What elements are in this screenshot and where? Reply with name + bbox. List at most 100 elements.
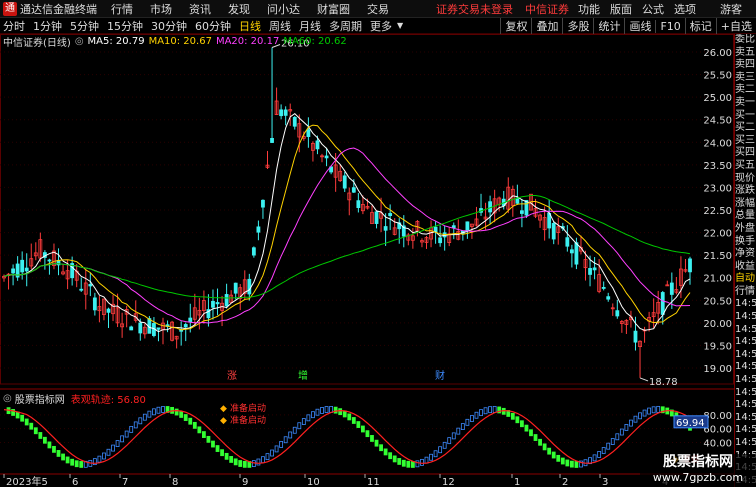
- candle-body: [433, 226, 438, 233]
- tool-stats[interactable]: 统计: [593, 18, 624, 34]
- time-axis-label: 7: [122, 477, 128, 487]
- indicator-name[interactable]: 股票指标网: [15, 391, 65, 406]
- candle-body: [11, 268, 15, 274]
- side-panel-row: 卖四: [735, 59, 755, 71]
- menu-news[interactable]: 资讯: [189, 1, 211, 17]
- menu-wealth[interactable]: 财富圈: [317, 1, 350, 17]
- menu-discover[interactable]: 发现: [228, 1, 250, 17]
- candle-body: [106, 308, 111, 313]
- indicator-block: [256, 458, 261, 466]
- indicator-block: [152, 408, 156, 416]
- indicator-block: [102, 452, 106, 460]
- indicator-block: [211, 440, 215, 448]
- period-daily[interactable]: 日线: [239, 18, 261, 34]
- menubar-right: 功能 版面 公式 选项 游客: [568, 0, 756, 18]
- side-panel-row: 14:5: [735, 361, 756, 373]
- indicator-block: [397, 458, 402, 465]
- indicator-block: [342, 410, 347, 418]
- candle-body: [215, 302, 220, 305]
- side-panel-row: 14:5: [735, 298, 756, 310]
- candle-body: [356, 200, 361, 208]
- side-panel-row: 现价: [735, 172, 755, 184]
- indicator-block: [656, 405, 661, 413]
- indicator-block: [188, 417, 193, 425]
- candle-body: [92, 297, 97, 311]
- indicator-block: [224, 452, 229, 460]
- candle-body: [524, 200, 529, 216]
- menu-functions[interactable]: 功能: [578, 1, 600, 17]
- menu-formula[interactable]: 公式: [642, 1, 664, 17]
- broker-name[interactable]: 中信证券: [525, 1, 569, 17]
- period-5min[interactable]: 5分钟: [70, 18, 99, 34]
- side-panel-row: 收益: [735, 260, 755, 272]
- indicator-block: [261, 456, 265, 464]
- guest-user[interactable]: 游客: [720, 1, 742, 17]
- indicator-block: [147, 410, 152, 418]
- period-30min[interactable]: 30分钟: [151, 18, 187, 34]
- chart-canvas[interactable]: 26.00 25.50 25.00 24.50 24.00 23.50 23.00 22.50…: [0, 34, 734, 487]
- menu-bar: 通 通达信金融终端 行情 市场 资讯 发现 问小达 财富圈 交易 证券交易未登录…: [0, 0, 756, 18]
- period-60min[interactable]: 60分钟: [195, 18, 231, 34]
- indicator-block: [233, 458, 238, 466]
- indicator-block: [520, 420, 524, 428]
- signal-label: 准备启动: [230, 414, 266, 426]
- indicator-block: [129, 425, 134, 433]
- menu-options[interactable]: 选项: [674, 1, 696, 17]
- candle-body: [283, 109, 288, 116]
- period-intraday[interactable]: 分时: [3, 18, 25, 34]
- indicator-block: [633, 415, 638, 423]
- side-panel-row: 净资: [735, 248, 755, 260]
- menu-layout[interactable]: 版面: [610, 1, 632, 17]
- indicator-block: [315, 408, 320, 416]
- settings-dot-icon[interactable]: ◎: [75, 36, 84, 47]
- tool-overlay[interactable]: 叠加: [531, 18, 562, 34]
- period-monthly[interactable]: 月线: [299, 18, 321, 34]
- menu-ask[interactable]: 问小达: [267, 1, 300, 17]
- indicator-block: [433, 450, 438, 458]
- tool-draw[interactable]: 画线: [624, 18, 655, 34]
- indicator-block: [601, 447, 606, 454]
- candle-body: [247, 278, 252, 295]
- menu-quotes[interactable]: 行情: [111, 1, 133, 17]
- candle-body: [551, 223, 556, 240]
- indicator-dot-icon[interactable]: ◎: [3, 393, 12, 404]
- indicator-block: [442, 441, 447, 449]
- tool-adjust[interactable]: 复权: [500, 18, 531, 34]
- candle-body: [324, 155, 329, 159]
- quote-side-panel: 委比 卖五 卖四 卖三 卖二 卖一 买一 买二 买三 买四 买五 现价 涨跌 涨幅 总量 外盘 换手 净资 收益 自动…: [734, 34, 756, 487]
- menu-market[interactable]: 市场: [150, 1, 172, 17]
- event-marker: 财: [435, 369, 445, 382]
- indicator-block: [460, 423, 465, 430]
- period-15min[interactable]: 15分钟: [107, 18, 143, 34]
- side-panel-row: 14:5: [735, 323, 756, 335]
- period-multi[interactable]: 多周期: [329, 18, 362, 34]
- indicator-block: [265, 453, 270, 461]
- indicator-block: [24, 418, 29, 426]
- tool-multi-stock[interactable]: 多股: [562, 18, 593, 34]
- signal-label: 准备启动: [230, 402, 266, 414]
- tool-add-watchlist[interactable]: +自选: [715, 18, 756, 34]
- candle-body: [306, 129, 311, 137]
- indicator-block: [97, 455, 102, 463]
- menu-trade[interactable]: 交易: [367, 1, 389, 17]
- more-dropdown-icon[interactable]: ▼: [397, 21, 403, 30]
- candle-body: [211, 300, 215, 308]
- kline-chart[interactable]: 26.00 25.50 25.00 24.50 24.00 23.50 23.00 22.50…: [0, 34, 734, 487]
- indicator-block: [451, 432, 456, 440]
- time-axis-label: 2023年5: [6, 475, 48, 487]
- ma10-line: [3, 124, 691, 331]
- tool-mark[interactable]: 标记: [684, 18, 716, 34]
- candle-body: [569, 249, 574, 254]
- candle-body: [88, 284, 93, 287]
- period-more[interactable]: 更多: [370, 18, 392, 34]
- candle-body: [24, 267, 29, 272]
- side-panel-row: 行情: [735, 285, 755, 297]
- period-weekly[interactable]: 周线: [269, 18, 291, 34]
- sub-legend: ◎ 股票指标网 表观轨迹: 56.80: [3, 391, 146, 406]
- indicator-block: [274, 445, 279, 453]
- tool-f10[interactable]: F10: [655, 19, 684, 33]
- indicator-block: [183, 414, 188, 421]
- side-panel-row: 卖二: [735, 84, 755, 96]
- trade-login-warning[interactable]: 证券交易未登录: [436, 1, 513, 17]
- period-1min[interactable]: 1分钟: [33, 18, 62, 34]
